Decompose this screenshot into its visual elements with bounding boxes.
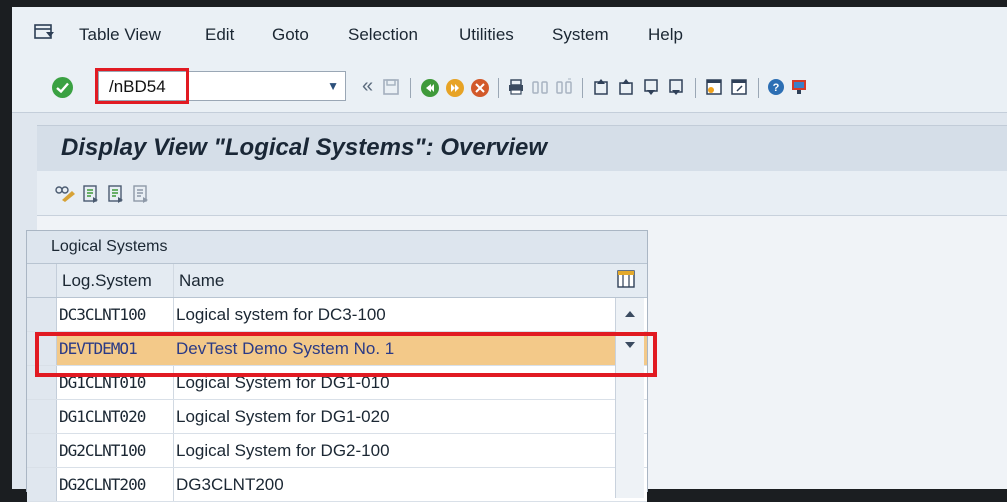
first-page-icon[interactable] — [592, 78, 610, 96]
next-entry-icon[interactable] — [132, 184, 150, 204]
display-change-icon[interactable] — [54, 185, 76, 203]
cancel-icon[interactable] — [470, 78, 490, 98]
select-all-cell[interactable] — [27, 264, 57, 297]
menu-table-view[interactable]: Table View — [79, 25, 161, 45]
menu-system[interactable]: System — [552, 25, 609, 45]
back-icon[interactable] — [420, 78, 440, 98]
column-header-name[interactable]: Name — [179, 271, 224, 291]
command-field-highlight — [95, 68, 189, 104]
print-icon[interactable] — [507, 78, 525, 96]
menu-bar: Table View Edit Goto Selection Utilities… — [12, 7, 1007, 62]
customize-layout-icon[interactable] — [790, 78, 808, 96]
page-title: Display View "Logical Systems": Overview — [61, 134, 548, 161]
row-selector[interactable] — [27, 298, 57, 331]
menu-goto[interactable]: Goto — [272, 25, 309, 45]
table-row[interactable]: DG2CLNT100 Logical System for DG2-100 — [27, 434, 647, 468]
row-selector[interactable] — [27, 400, 57, 433]
help-icon[interactable]: ? — [767, 78, 785, 96]
save-icon[interactable] — [382, 78, 400, 96]
row-highlight-annotation — [35, 332, 657, 377]
scroll-up-icon[interactable] — [625, 310, 635, 317]
table-row[interactable]: DG2CLNT200 DG3CLNT200 — [27, 468, 647, 502]
last-page-icon[interactable] — [667, 78, 685, 96]
menu-help[interactable]: Help — [648, 25, 683, 45]
application-toolbar — [37, 171, 1007, 216]
row-selector[interactable] — [27, 434, 57, 467]
details-icon[interactable] — [82, 184, 100, 204]
column-header-log-system[interactable]: Log.System — [62, 271, 152, 291]
collapse-chevron-icon[interactable]: « — [362, 75, 373, 98]
standard-toolbar: /nBD54 ▼ « ? — [12, 62, 1007, 113]
table-header-row: Log.System Name — [27, 264, 647, 298]
find-icon[interactable] — [531, 78, 549, 96]
menu-selection[interactable]: Selection — [348, 25, 418, 45]
previous-page-icon[interactable] — [617, 78, 635, 96]
find-next-icon[interactable] — [555, 78, 573, 96]
row-selector[interactable] — [27, 468, 57, 501]
svg-text:?: ? — [773, 82, 780, 94]
table-settings-icon[interactable] — [617, 270, 635, 288]
menu-utilities[interactable]: Utilities — [459, 25, 514, 45]
table-scrollbar[interactable] — [615, 298, 644, 498]
menu-window-icon[interactable] — [34, 24, 56, 40]
title-bar: Display View "Logical Systems": Overview — [37, 125, 1007, 172]
table-row[interactable]: DC3CLNT100 Logical system for DC3-100 — [27, 298, 647, 332]
shortcut-icon[interactable] — [730, 78, 748, 96]
table-row[interactable]: DG1CLNT020 Logical System for DG1-020 — [27, 400, 647, 434]
table-caption: Logical Systems — [27, 231, 647, 264]
create-session-icon[interactable] — [705, 78, 723, 96]
next-page-icon[interactable] — [642, 78, 660, 96]
enter-check-icon[interactable] — [52, 77, 73, 98]
chevron-down-icon[interactable]: ▼ — [327, 79, 339, 93]
previous-entry-icon[interactable] — [107, 184, 125, 204]
menu-edit[interactable]: Edit — [205, 25, 234, 45]
exit-icon[interactable] — [445, 78, 465, 98]
